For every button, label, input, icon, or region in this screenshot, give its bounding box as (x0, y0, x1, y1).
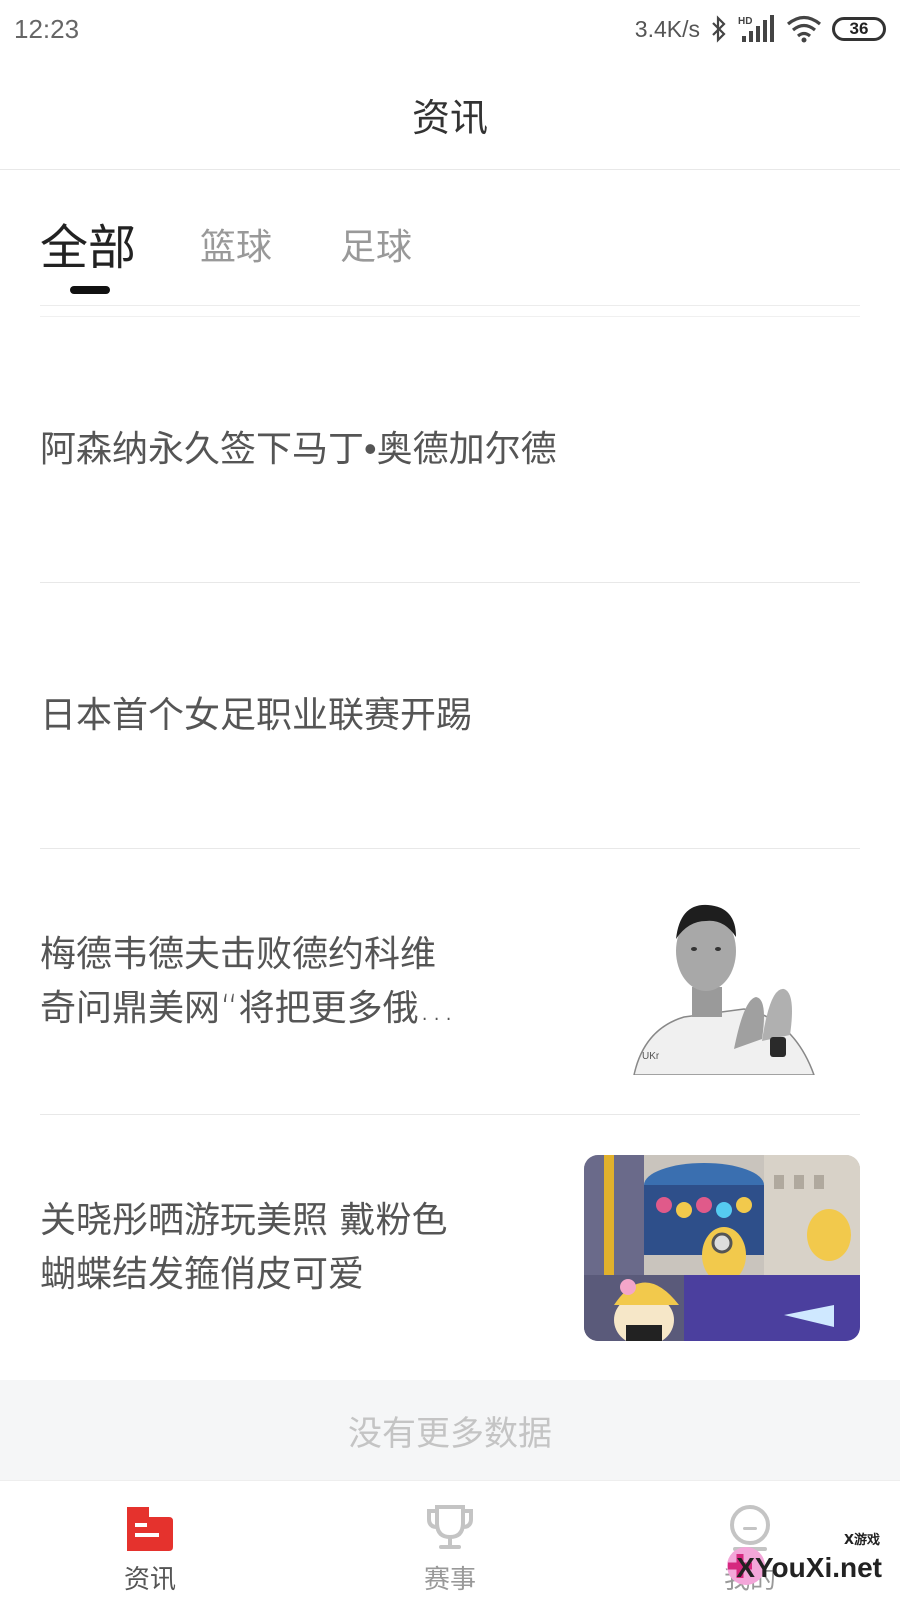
tab-basketball[interactable]: 篮球 (200, 218, 272, 270)
tab-all[interactable]: 全部 (40, 208, 136, 278)
no-more-text: 没有更多数据 (348, 1413, 552, 1454)
tennis-player-photo: UKr (584, 888, 860, 1075)
svg-text:UKr: UKr (642, 1051, 660, 1062)
no-more-data: 没有更多数据 (0, 1380, 900, 1480)
trophy-icon (427, 1505, 473, 1549)
news-title: 阿森纳永久签下马丁•奥德加尔德 (40, 428, 557, 470)
svg-text:HD: HD (738, 16, 752, 27)
news-title: 梅德韦德夫击败德约科维 奇问鼎美网“将把更多俄… (40, 933, 455, 1029)
amusement-park-photo (584, 1154, 860, 1341)
status-time: 12:23 (14, 14, 80, 44)
news-item[interactable]: 日本首个女足职业联赛开踢 (40, 583, 860, 849)
news-icon (127, 1507, 173, 1551)
network-speed: 3.4K/s (634, 15, 700, 42)
category-tabs: 全部 篮球 足球 (40, 200, 860, 300)
status-icons: 3.4K/s HD 36 (635, 12, 886, 46)
nav-item-matches[interactable]: 赛事 (300, 1481, 600, 1600)
divider (40, 305, 860, 306)
hd-signal-icon: HD (738, 15, 774, 42)
news-item[interactable]: 阿森纳永久签下马丁•奥德加尔德 (40, 317, 860, 583)
tab-football[interactable]: 足球 (340, 218, 412, 270)
watermark-text: XYouXi.net (736, 1552, 882, 1583)
news-title: 关晓彤晒游玩美照 戴粉色 蝴蝶结发箍俏皮可爱 (40, 1199, 448, 1295)
header: 资讯 (0, 60, 900, 170)
nav-label: 赛事 (423, 1565, 476, 1595)
active-tab-indicator (70, 286, 110, 294)
status-bar: 12:23 3.4K/s HD 36 (0, 0, 900, 60)
nav-label: 资讯 (123, 1565, 176, 1595)
wifi-icon (786, 15, 822, 43)
news-list: 阿森纳永久签下马丁•奥德加尔德 日本首个女足职业联赛开踢 梅德韦德夫击败德约科维… (40, 317, 860, 1381)
watermark-small: X游戏 (843, 1533, 880, 1548)
news-title: 日本首个女足职业联赛开踢 (40, 694, 473, 736)
watermark: X游戏 XYouXi.net (724, 1530, 894, 1590)
battery-level: 36 (849, 19, 869, 38)
battery-icon: 36 (832, 17, 886, 41)
page-title: 资讯 (411, 96, 488, 140)
news-item[interactable]: 梅德韦德夫击败德约科维 奇问鼎美网“将把更多俄… UKr (40, 849, 860, 1115)
bluetooth-icon (712, 15, 726, 43)
nav-item-news[interactable]: 资讯 (0, 1481, 300, 1600)
news-item[interactable]: 关晓彤晒游玩美照 戴粉色 蝴蝶结发箍俏皮可爱 (40, 1115, 860, 1381)
